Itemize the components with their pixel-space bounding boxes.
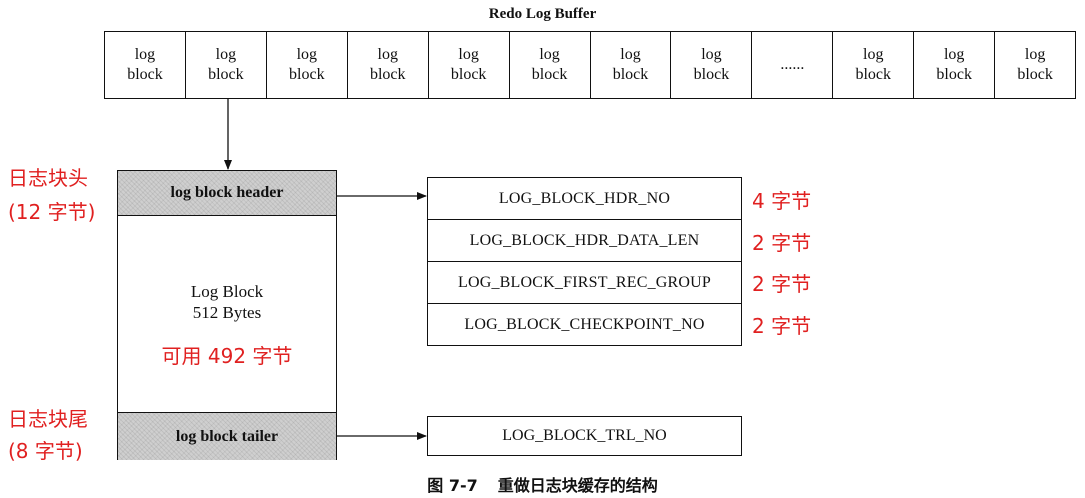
- figure-title: 重做日志块缓存的结构: [497, 476, 658, 495]
- connector-arrows: [224, 99, 427, 440]
- figure-caption: 图 7-7 重做日志块缓存的结构: [0, 472, 1085, 496]
- figure-number: 图 7-7: [427, 476, 478, 495]
